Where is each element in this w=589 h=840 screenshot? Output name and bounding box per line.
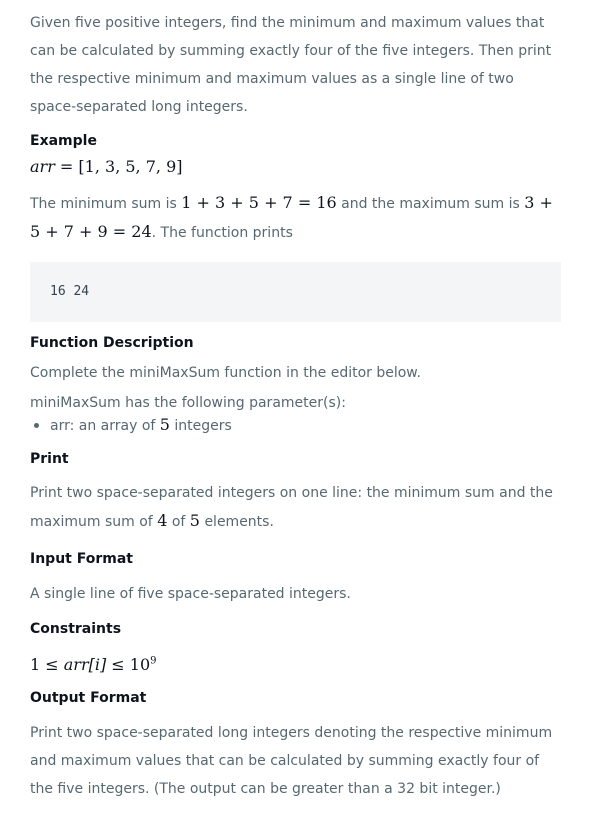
parameter-list: arr: an array of 5 integers xyxy=(30,414,561,437)
function-description-text: Complete the miniMaxSum function in the … xyxy=(30,365,421,381)
problem-statement: Given five positive integers, find the m… xyxy=(30,9,561,803)
example-heading: Example xyxy=(30,133,97,149)
constraints-expression: 1 ≤ arr[i] ≤ 109 xyxy=(30,655,157,674)
list-item: arr: an array of 5 integers xyxy=(34,414,561,437)
constraints-heading: Constraints xyxy=(30,621,122,637)
print-text: Print two space-separated integers on on… xyxy=(30,485,553,530)
example-text-middle: and the maximum sum is xyxy=(341,196,520,212)
input-format-heading: Input Format xyxy=(30,551,133,567)
arr-value: [1, 3, 5, 7, 9] xyxy=(78,157,183,176)
example-text-after: . The function prints xyxy=(151,225,293,241)
parameters-intro: miniMaxSum has the following parameter(s… xyxy=(30,395,346,411)
print-n2: 5 xyxy=(189,511,200,530)
print-n1: 4 xyxy=(157,511,168,530)
intro-paragraph: Given five positive integers, find the m… xyxy=(30,15,552,115)
example-array: arr = [1, 3, 5, 7, 9] xyxy=(30,157,183,176)
output-format-text: Print two space-separated long integers … xyxy=(30,725,553,797)
example-explanation: The minimum sum is 1 + 3 + 5 + 7 = 16 an… xyxy=(30,189,561,247)
function-description-heading: Function Description xyxy=(30,335,194,351)
example-output-code[interactable]: 16 24 xyxy=(30,262,561,322)
example-text-before: The minimum sum is xyxy=(30,196,177,212)
arr-variable: arr xyxy=(30,157,55,176)
input-format-text: A single line of five space-separated in… xyxy=(30,586,351,602)
output-format-heading: Output Format xyxy=(30,690,147,706)
param-count: 5 xyxy=(159,415,170,434)
param-suffix: integers xyxy=(174,418,232,434)
print-heading: Print xyxy=(30,451,69,467)
min-sum-expression: 1 + 3 + 5 + 7 = 16 xyxy=(181,193,337,212)
param-prefix: arr: an array of xyxy=(50,418,156,434)
